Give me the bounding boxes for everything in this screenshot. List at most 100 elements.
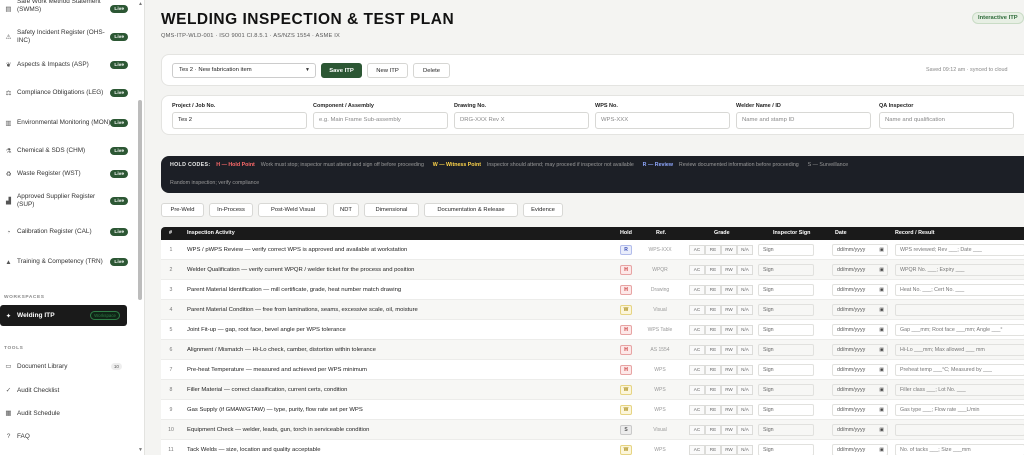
wps-input[interactable]: WPS-XXX bbox=[595, 112, 730, 129]
sidebar-item-swms[interactable]: ▤ Safe Work Method Statement (SWMS) Live bbox=[0, 0, 136, 18]
record-result-input[interactable]: Filler class ___; Lot No. ___ bbox=[895, 384, 1024, 396]
grade-option-rw[interactable]: RW bbox=[721, 245, 737, 255]
component-input[interactable]: e.g. Main Frame Sub-assembly bbox=[313, 112, 448, 129]
date-input[interactable]: dd/mm/yyyy ▣ bbox=[832, 384, 888, 396]
record-result-input[interactable]: Hi-Lo ___mm; Max allowed ___ mm bbox=[895, 344, 1024, 356]
calendar-icon[interactable]: ▣ bbox=[879, 365, 884, 375]
grade-option-na[interactable]: N/A bbox=[737, 365, 753, 375]
sidebar-item-faq[interactable]: ? FAQ bbox=[0, 430, 136, 442]
grade-option-re[interactable]: RE bbox=[705, 365, 721, 375]
record-result-input[interactable]: WPS reviewed; Rev ___; Date ___ bbox=[895, 244, 1024, 256]
grade-option-na[interactable]: N/A bbox=[737, 265, 753, 275]
date-input[interactable]: dd/mm/yyyy ▣ bbox=[832, 244, 888, 256]
calendar-icon[interactable]: ▣ bbox=[879, 385, 884, 395]
grade-option-ac[interactable]: AC bbox=[689, 445, 705, 455]
date-input[interactable]: dd/mm/yyyy ▣ bbox=[832, 324, 888, 336]
sidebar-item-welding-itp[interactable]: ✦ Welding ITP Workspace bbox=[0, 305, 127, 326]
grade-option-na[interactable]: N/A bbox=[737, 445, 753, 455]
scroll-down-icon[interactable]: ▼ bbox=[138, 447, 143, 453]
record-result-input[interactable]: Preheat temp ___°C; Measured by ___ bbox=[895, 364, 1024, 376]
calendar-icon[interactable]: ▣ bbox=[879, 305, 884, 315]
save-itp-button[interactable]: Save ITP bbox=[321, 63, 362, 78]
calendar-icon[interactable]: ▣ bbox=[879, 445, 884, 455]
new-itp-button[interactable]: New ITP bbox=[367, 63, 408, 78]
record-result-input[interactable]: Heat No. ___; Cert No. ___ bbox=[895, 284, 1024, 296]
sidebar-item-asp[interactable]: ❦ Aspects & Impacts (ASP) Live bbox=[0, 58, 136, 72]
grade-option-na[interactable]: N/A bbox=[737, 305, 753, 315]
date-input[interactable]: dd/mm/yyyy ▣ bbox=[832, 364, 888, 376]
grade-option-ac[interactable]: AC bbox=[689, 385, 705, 395]
grade-option-re[interactable]: RE bbox=[705, 245, 721, 255]
grade-option-na[interactable]: N/A bbox=[737, 405, 753, 415]
project-input[interactable]: Tes 2 bbox=[172, 112, 307, 129]
grade-option-re[interactable]: RE bbox=[705, 405, 721, 415]
record-result-input[interactable]: Gap ___mm; Root face ___mm; Angle ___° bbox=[895, 324, 1024, 336]
record-result-input[interactable]: Gas type ___; Flow rate ___L/min bbox=[895, 404, 1024, 416]
welder-input[interactable]: Name and stamp ID bbox=[736, 112, 871, 129]
drawing-input[interactable]: DRG-XXX Rev X bbox=[454, 112, 589, 129]
date-input[interactable]: dd/mm/yyyy ▣ bbox=[832, 264, 888, 276]
grade-option-re[interactable]: RE bbox=[705, 345, 721, 355]
grade-option-na[interactable]: N/A bbox=[737, 285, 753, 295]
filter-dimensional[interactable]: Dimensional bbox=[364, 203, 419, 217]
inspector-sign-input[interactable]: Sign bbox=[758, 344, 814, 356]
calendar-icon[interactable]: ▣ bbox=[879, 265, 884, 275]
inspector-sign-input[interactable]: Sign bbox=[758, 324, 814, 336]
sidebar-item-document-library[interactable]: ▭ Document Library 10 bbox=[0, 360, 136, 372]
grade-option-ac[interactable]: AC bbox=[689, 245, 705, 255]
grade-option-ac[interactable]: AC bbox=[689, 365, 705, 375]
grade-option-rw[interactable]: RW bbox=[721, 445, 737, 455]
grade-option-na[interactable]: N/A bbox=[737, 325, 753, 335]
grade-option-re[interactable]: RE bbox=[705, 425, 721, 435]
filter-documentation-release[interactable]: Documentation & Release bbox=[424, 203, 518, 217]
sidebar-item-cal[interactable]: ◔ Calibration Register (CAL) Live bbox=[0, 222, 136, 242]
grade-option-ac[interactable]: AC bbox=[689, 305, 705, 315]
grade-option-rw[interactable]: RW bbox=[721, 365, 737, 375]
grade-option-rw[interactable]: RW bbox=[721, 265, 737, 275]
filter-pre-weld[interactable]: Pre-Weld bbox=[161, 203, 204, 217]
date-input[interactable]: dd/mm/yyyy ▣ bbox=[832, 424, 888, 436]
grade-option-re[interactable]: RE bbox=[705, 385, 721, 395]
grade-option-ac[interactable]: AC bbox=[689, 425, 705, 435]
inspector-sign-input[interactable]: Sign bbox=[758, 444, 814, 455]
grade-option-ac[interactable]: AC bbox=[689, 345, 705, 355]
record-result-input[interactable] bbox=[895, 424, 1024, 436]
grade-option-na[interactable]: N/A bbox=[737, 245, 753, 255]
grade-option-ac[interactable]: AC bbox=[689, 405, 705, 415]
filter-evidence[interactable]: Evidence bbox=[523, 203, 563, 217]
grade-option-rw[interactable]: RW bbox=[721, 425, 737, 435]
date-input[interactable]: dd/mm/yyyy ▣ bbox=[832, 404, 888, 416]
calendar-icon[interactable]: ▣ bbox=[879, 425, 884, 435]
grade-option-rw[interactable]: RW bbox=[721, 285, 737, 295]
sidebar-item-audit-checklist[interactable]: ✓ Audit Checklist bbox=[0, 384, 136, 396]
inspector-input[interactable]: Name and qualification bbox=[879, 112, 1014, 129]
date-input[interactable]: dd/mm/yyyy ▣ bbox=[832, 344, 888, 356]
itp-select[interactable]: Tes 2 · New fabrication item ▼ bbox=[172, 63, 316, 78]
inspector-sign-input[interactable]: Sign bbox=[758, 404, 814, 416]
grade-option-re[interactable]: RE bbox=[705, 285, 721, 295]
grade-option-re[interactable]: RE bbox=[705, 265, 721, 275]
date-input[interactable]: dd/mm/yyyy ▣ bbox=[832, 284, 888, 296]
grade-option-ac[interactable]: AC bbox=[689, 325, 705, 335]
inspector-sign-input[interactable]: Sign bbox=[758, 284, 814, 296]
inspector-sign-input[interactable]: Sign bbox=[758, 244, 814, 256]
scroll-up-icon[interactable]: ▲ bbox=[138, 1, 143, 7]
grade-option-rw[interactable]: RW bbox=[721, 405, 737, 415]
filter-in-process[interactable]: In-Process bbox=[209, 203, 253, 217]
record-result-input[interactable] bbox=[895, 304, 1024, 316]
scroll-thumb[interactable] bbox=[138, 100, 142, 300]
grade-option-na[interactable]: N/A bbox=[737, 385, 753, 395]
sidebar-item-trn[interactable]: ▲ Training & Competency (TRN) Live bbox=[0, 252, 136, 272]
grade-option-ac[interactable]: AC bbox=[689, 285, 705, 295]
grade-option-ac[interactable]: AC bbox=[689, 265, 705, 275]
sidebar-item-chm[interactable]: ⚗ Chemical & SDS (CHM) Live bbox=[0, 144, 136, 158]
inspector-sign-input[interactable]: Sign bbox=[758, 424, 814, 436]
grade-option-re[interactable]: RE bbox=[705, 445, 721, 455]
inspector-sign-input[interactable]: Sign bbox=[758, 384, 814, 396]
sidebar-scrollbar[interactable]: ▲ ▼ bbox=[137, 0, 143, 455]
grade-option-rw[interactable]: RW bbox=[721, 305, 737, 315]
inspector-sign-input[interactable]: Sign bbox=[758, 364, 814, 376]
calendar-icon[interactable]: ▣ bbox=[879, 325, 884, 335]
grade-option-na[interactable]: N/A bbox=[737, 345, 753, 355]
grade-option-na[interactable]: N/A bbox=[737, 425, 753, 435]
